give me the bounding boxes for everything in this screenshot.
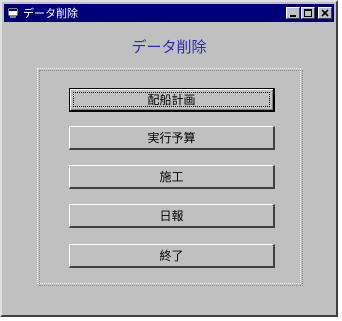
jikko-yosan-label: 実行予算 [147, 131, 196, 145]
page-heading: データ削除 [131, 38, 207, 56]
seko-label: 施工 [159, 170, 184, 184]
maximize-button[interactable] [301, 7, 315, 19]
haisen-keikaku-label: 配船計画 [147, 93, 196, 107]
app-icon[interactable] [7, 7, 19, 19]
nippo-label: 日報 [159, 209, 184, 223]
close-icon [321, 9, 329, 17]
shuryo-button[interactable]: 終了 [69, 244, 275, 268]
title-bar[interactable]: データ削除 [4, 4, 334, 22]
minimize-button[interactable] [286, 7, 300, 19]
seko-button[interactable]: 施工 [69, 165, 275, 189]
jikko-yosan-button[interactable]: 実行予算 [69, 126, 275, 150]
close-button[interactable] [318, 7, 332, 19]
minimize-icon [290, 15, 296, 17]
nippo-button[interactable]: 日報 [69, 204, 275, 228]
maximize-icon [304, 9, 312, 17]
shuryo-label: 終了 [159, 249, 184, 263]
data-delete-window: データ削除 データ削除 配船計画 実行予算 施工 日報 終了 [0, 0, 338, 317]
window-title: データ削除 [23, 7, 78, 20]
haisen-keikaku-button[interactable]: 配船計画 [69, 88, 275, 112]
